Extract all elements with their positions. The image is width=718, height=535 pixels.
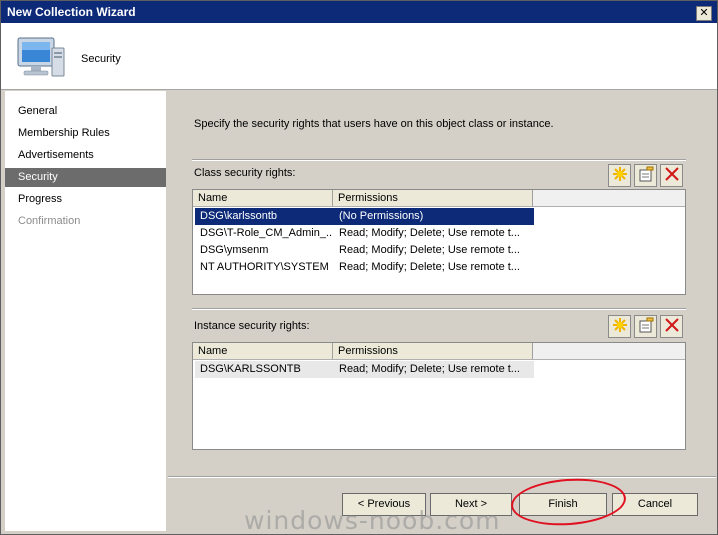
close-button[interactable]: ✕	[696, 6, 712, 21]
new-icon	[612, 317, 628, 336]
item-name: DSG\KARLSSONTB	[200, 363, 301, 375]
properties-icon	[638, 317, 654, 336]
list-item[interactable]: DSG\KARLSSONTB Read; Modify; Delete; Use…	[195, 361, 534, 378]
delete-icon	[664, 166, 680, 185]
column-header-name[interactable]: Name	[193, 343, 333, 359]
item-permissions: (No Permissions)	[339, 210, 424, 222]
column-header-permissions[interactable]: Permissions	[333, 343, 533, 359]
list-item[interactable]: DSG\ymsenm Read; Modify; Delete; Use rem…	[195, 242, 534, 259]
column-header-name[interactable]: Name	[193, 190, 333, 206]
wizard-header: Security	[1, 23, 717, 90]
nav-item-progress[interactable]: Progress	[5, 190, 166, 209]
item-name: DSG\ymsenm	[200, 244, 269, 256]
computer-icon	[14, 34, 68, 82]
delete-icon	[664, 317, 680, 336]
instance-rights-label: Instance security rights:	[194, 320, 310, 332]
list-item[interactable]: NT AUTHORITY\SYSTEM Read; Modify; Delete…	[195, 259, 534, 276]
item-name: DSG\T-Role_CM_Admin_...	[200, 227, 333, 239]
instance-properties-button[interactable]	[634, 315, 657, 338]
wizard-content: Specify the security rights that users h…	[168, 91, 716, 475]
instance-new-button[interactable]	[608, 315, 631, 338]
instance-rights-list[interactable]: Name Permissions DSG\KARLSSONTB Read; Mo…	[192, 342, 686, 450]
item-permissions: Read; Modify; Delete; Use remote t...	[339, 227, 520, 239]
item-permissions: Read; Modify; Delete; Use remote t...	[339, 261, 520, 273]
item-permissions: Read; Modify; Delete; Use remote t...	[339, 244, 520, 256]
class-rights-separator	[192, 159, 686, 161]
item-name: DSG\karlssontb	[200, 210, 278, 222]
footer-separator	[168, 476, 716, 478]
class-rights-list[interactable]: Name Permissions DSG\karlssontb (No Perm…	[192, 189, 686, 295]
wizard-navigation: General Membership Rules Advertisements …	[5, 91, 166, 531]
finish-highlight-annotation	[509, 475, 628, 529]
nav-item-security[interactable]: Security	[5, 168, 166, 187]
new-icon	[612, 166, 628, 185]
column-header-permissions[interactable]: Permissions	[333, 190, 533, 206]
nav-item-confirmation: Confirmation	[18, 215, 81, 227]
class-rights-label: Class security rights:	[194, 167, 296, 179]
list-item[interactable]: DSG\T-Role_CM_Admin_... Read; Modify; De…	[195, 225, 534, 242]
instance-rights-header: Name Permissions	[193, 343, 685, 360]
instance-delete-button[interactable]	[660, 315, 683, 338]
title-bar: New Collection Wizard ✕	[1, 1, 717, 23]
watermark: windows-noob.com	[244, 506, 501, 535]
instructions-text: Specify the security rights that users h…	[194, 118, 554, 130]
page-title: Security	[81, 53, 121, 65]
wizard-window: New Collection Wizard ✕ Security General…	[0, 0, 718, 535]
properties-icon	[638, 166, 654, 185]
instance-rights-separator	[192, 308, 686, 310]
nav-item-general[interactable]: General	[5, 102, 166, 121]
list-item[interactable]: DSG\karlssontb (No Permissions)	[195, 208, 534, 225]
class-delete-button[interactable]	[660, 164, 683, 187]
nav-item-membership-rules[interactable]: Membership Rules	[5, 124, 166, 143]
item-permissions: Read; Modify; Delete; Use remote t...	[339, 363, 520, 375]
class-rights-header: Name Permissions	[193, 190, 685, 207]
nav-item-advertisements[interactable]: Advertisements	[5, 146, 166, 165]
class-properties-button[interactable]	[634, 164, 657, 187]
class-new-button[interactable]	[608, 164, 631, 187]
item-name: NT AUTHORITY\SYSTEM	[200, 261, 329, 273]
window-title: New Collection Wizard	[7, 5, 136, 19]
